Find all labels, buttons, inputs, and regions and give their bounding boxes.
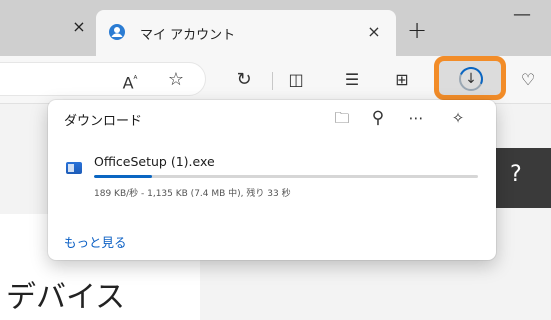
refresh-icon[interactable]: ↻ [232,68,256,92]
tab-close-icon[interactable]: × [364,22,384,42]
see-more-link[interactable]: もっと見る [64,232,127,251]
pin-icon[interactable]: ✧ [446,106,470,130]
new-tab-button[interactable]: + [404,18,430,44]
download-filename[interactable]: OfficeSetup (1).exe [94,154,215,169]
toolbar-divider [272,72,273,90]
download-progress-fill [94,175,152,178]
download-progress-bar [94,175,478,178]
exe-file-icon [66,162,82,174]
help-panel[interactable]: ? [496,148,551,208]
downloads-flyout: ダウンロード 🗀 ⚲ ⋯ ✧ OfficeSetup (1).exe 189 K… [48,100,496,260]
page-heading: デバイス [6,280,126,315]
download-icon: ↓ [465,71,477,87]
browser-essentials-icon[interactable]: ♡ [516,68,540,92]
tab-strip: × マイ アカウント × + — [0,0,551,56]
favorites-icon[interactable]: ☰ [340,68,364,92]
minimize-button[interactable]: — [510,4,534,25]
more-options-icon[interactable]: ⋯ [404,106,428,130]
favorite-star-icon[interactable]: ☆ [164,68,188,92]
close-icon[interactable]: × [70,18,88,36]
split-screen-icon[interactable]: ◫ [284,68,308,92]
downloads-button[interactable]: ↓ [434,56,506,100]
help-icon: ? [510,162,522,187]
read-aloud-glyph: A [122,73,134,93]
download-item[interactable]: OfficeSetup (1).exe 189 KB/秒 - 1,135 KB … [58,148,486,206]
tab-my-account[interactable]: マイ アカウント × [96,10,396,56]
download-status: 189 KB/秒 - 1,135 KB (7.4 MB 中), 残り 33 秒 [94,189,291,199]
search-icon[interactable]: ⚲ [366,106,390,130]
tab-title: マイ アカウント [140,28,236,43]
collections-icon[interactable]: ⊞ [390,68,414,92]
folder-icon[interactable]: 🗀 [330,106,354,130]
flyout-title: ダウンロード [64,114,143,129]
read-aloud-sup: ᴬ [133,75,138,85]
microsoft-account-icon [109,24,125,40]
read-aloud-icon[interactable]: Aᴬ [118,68,142,92]
